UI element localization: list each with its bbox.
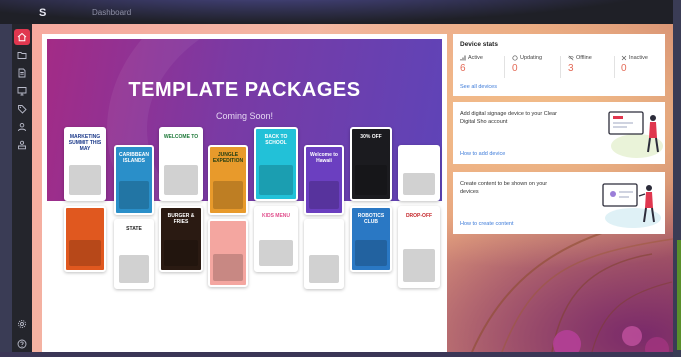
device-stats-card: Device stats Active 6 Updating 0 Offline…: [453, 34, 665, 96]
template-thumbnail: [304, 219, 344, 289]
template-thumbnail-label: WELCOME TO: [163, 134, 199, 140]
template-thumbnail: 30% OFF: [350, 127, 392, 201]
app-logo[interactable]: S: [39, 7, 46, 19]
wifi-off-icon: [568, 55, 574, 61]
sidebar: [12, 24, 32, 352]
template-thumbnail-image: [164, 165, 198, 195]
dashboard-main: TEMPLATE PACKAGES Coming Soon! MARKETING…: [32, 24, 673, 352]
stat-updating-label: Updating: [520, 55, 543, 61]
stat-inactive-value: 0: [621, 63, 627, 74]
template-thumbnail-image: [119, 255, 149, 283]
tag-icon: [18, 105, 27, 114]
template-thumbnail-image: [355, 165, 387, 195]
template-thumbnail-label: STATE: [126, 226, 142, 232]
stat-offline-value: 3: [568, 63, 574, 74]
template-thumbnail-image: [213, 181, 243, 209]
template-thumbnail-image: [259, 165, 293, 195]
stat-active-value: 6: [460, 63, 466, 74]
template-thumbnail: DROP-OFF: [398, 206, 440, 288]
sidebar-item-devices[interactable]: [14, 83, 30, 99]
template-thumbnail: CARIBBEAN ISLANDS: [114, 145, 154, 215]
template-thumbnail: MARKETING SUMMIT THIS MAY: [64, 127, 106, 201]
how-to-add-device-link[interactable]: How to add device: [460, 151, 505, 157]
template-thumbnail-image: [69, 165, 101, 195]
folder-icon: [17, 52, 27, 59]
sidebar-item-folders[interactable]: [14, 47, 30, 63]
template-thumbnail-image: [119, 181, 149, 209]
window-right-frame: [673, 0, 681, 357]
template-thumbnail: BACK TO SCHOOL: [254, 127, 298, 201]
breadcrumb: Dashboard: [92, 8, 132, 17]
stat-offline: Offline 3: [568, 55, 592, 74]
stat-updating: Updating 0: [512, 55, 542, 74]
create-content-illustration: [602, 183, 661, 228]
home-icon: [17, 32, 27, 42]
template-thumbnail-image: [309, 255, 339, 283]
create-content-card: Create content to be shown on your devic…: [453, 172, 665, 234]
template-thumbnail-label: BURGER & FRIES: [167, 213, 195, 225]
close-icon: [621, 55, 627, 61]
template-thumbnail-label: 30% OFF: [360, 134, 382, 140]
users-icon: [18, 122, 26, 132]
stat-inactive-label: Inactive: [629, 55, 648, 61]
template-thumbnail: ROBOTICS CLUB: [350, 206, 392, 272]
sidebar-item-tags[interactable]: [14, 101, 30, 117]
template-thumbnail-label: JUNGLE EXPEDITION: [212, 152, 244, 164]
template-thumbnail-image: [355, 240, 387, 266]
template-thumbnail: Welcome to Hawaii: [304, 145, 344, 215]
sidebar-item-home[interactable]: [14, 29, 30, 45]
device-stats-title: Device stats: [460, 41, 498, 48]
help-icon: [17, 339, 27, 349]
template-thumbnail-image: [403, 173, 435, 195]
template-thumbnail: JUNGLE EXPEDITION: [208, 145, 248, 215]
template-packages-card: TEMPLATE PACKAGES Coming Soon! MARKETING…: [42, 34, 447, 352]
template-thumbnail-label: Welcome to Hawaii: [310, 152, 338, 164]
template-thumbnail-label: DROP-OFF: [405, 213, 433, 219]
stat-active: Active 6: [460, 55, 483, 74]
monitor-icon: [17, 87, 27, 96]
stat-updating-value: 0: [512, 63, 518, 74]
template-thumbnail: [398, 145, 440, 201]
template-thumbnail-label: CARIBBEAN ISLANDS: [119, 152, 149, 164]
top-bar: S Dashboard: [12, 3, 673, 23]
template-thumbnail: [208, 219, 248, 287]
user-group-icon: [18, 140, 26, 150]
template-thumbnail: STATE: [114, 219, 154, 289]
window-bottom-frame: [0, 352, 681, 357]
template-thumbnail-label: ROBOTICS CLUB: [357, 213, 385, 225]
template-thumbnail-label: MARKETING SUMMIT THIS MAY: [68, 134, 102, 152]
template-thumbnail-image: [403, 249, 435, 282]
template-thumbnail-label: KIDS MENU: [261, 213, 291, 219]
add-device-illustration: [608, 111, 663, 158]
template-thumbnail-image: [309, 181, 339, 209]
add-device-card: Add digital signage device to your Clear…: [453, 102, 665, 164]
sidebar-item-users[interactable]: [14, 119, 30, 135]
template-thumbnail-image: [69, 240, 101, 266]
stat-offline-label: Offline: [576, 55, 592, 61]
template-thumbnail-image: [259, 240, 293, 266]
add-device-description: Add digital signage device to your Clear…: [460, 111, 557, 125]
template-thumbnail-label: BACK TO SCHOOL: [264, 134, 288, 146]
promo-title: TEMPLATE PACKAGES: [128, 79, 361, 101]
template-thumbnail: WELCOME TO: [159, 127, 203, 201]
promo-subtitle: Coming Soon!: [215, 111, 274, 121]
see-all-devices-link[interactable]: See all devices: [460, 84, 497, 90]
template-thumbnail-image: [213, 254, 243, 281]
gear-icon: [18, 320, 26, 328]
sidebar-item-groups[interactable]: [14, 137, 30, 153]
template-thumbnail: BURGER & FRIES: [159, 206, 203, 272]
stat-active-label: Active: [468, 55, 483, 61]
signal-icon: [460, 55, 466, 61]
how-to-create-content-link[interactable]: How to create content: [460, 221, 514, 227]
template-thumbnail: KIDS MENU: [254, 206, 298, 272]
refresh-icon: [512, 55, 518, 61]
stat-inactive: Inactive 0: [621, 55, 648, 74]
sidebar-item-documents[interactable]: [14, 65, 30, 81]
create-content-description: Create content to be shown on your devic…: [460, 181, 548, 195]
template-thumbnail: [64, 206, 106, 272]
template-thumbnail-image: [164, 240, 198, 266]
sidebar-item-help[interactable]: [14, 336, 30, 352]
document-icon: [18, 68, 26, 78]
sidebar-item-settings[interactable]: [14, 316, 30, 332]
